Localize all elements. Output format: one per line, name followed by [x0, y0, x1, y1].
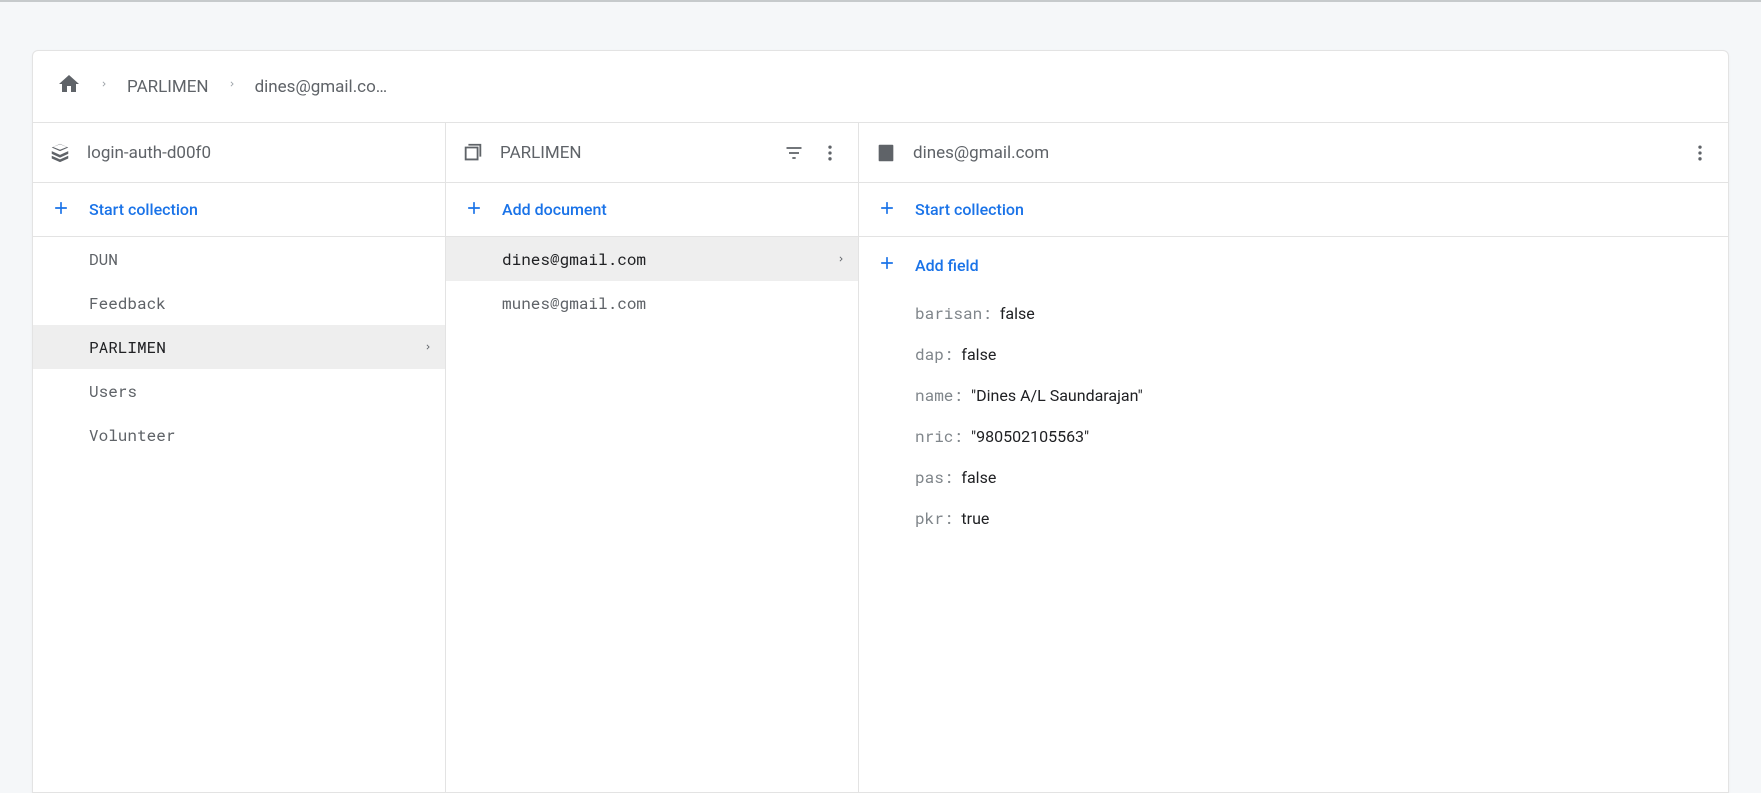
plus-icon: [464, 198, 484, 222]
document-field[interactable]: pkr: true: [859, 498, 1728, 539]
plus-icon: [877, 253, 897, 277]
documents-list: dines@gmail.com munes@gmail.com: [446, 237, 858, 792]
document-item-label: dines@gmail.com: [502, 249, 646, 270]
chevron-right-icon: [99, 76, 109, 97]
plus-icon: [877, 198, 897, 222]
field-key: pkr:: [915, 508, 953, 529]
chevron-right-icon: [227, 76, 237, 97]
add-field-button[interactable]: Add field: [859, 237, 1728, 293]
database-icon: [49, 142, 71, 164]
documents-column-title: PARLIMEN: [500, 143, 766, 163]
collection-item-label: Feedback: [89, 293, 166, 314]
collection-item[interactable]: DUN: [33, 237, 445, 281]
collections-column: login-auth-d00f0 Start collection DUN Fee…: [33, 123, 446, 792]
document-detail-header: dines@gmail.com: [859, 123, 1728, 183]
more-vert-icon[interactable]: [818, 141, 842, 165]
field-value: false: [1000, 304, 1035, 323]
field-key: name:: [915, 385, 963, 406]
collection-item-label: Volunteer: [89, 425, 175, 446]
documents-column-header: PARLIMEN: [446, 123, 858, 183]
start-collection-label: Start collection: [89, 200, 198, 219]
breadcrumb-collection[interactable]: PARLIMEN: [127, 77, 209, 97]
document-field[interactable]: pas: false: [859, 457, 1728, 498]
collection-item-label: Users: [89, 381, 137, 402]
collections-column-header: login-auth-d00f0: [33, 123, 445, 183]
add-field-label: Add field: [915, 256, 979, 275]
more-vert-icon[interactable]: [1688, 141, 1712, 165]
breadcrumb-document[interactable]: dines@gmail.co…: [255, 77, 388, 97]
chevron-right-icon: [836, 251, 846, 267]
collection-item-label: DUN: [89, 249, 118, 270]
breadcrumb-bar: PARLIMEN dines@gmail.co…: [33, 51, 1728, 123]
add-document-button[interactable]: Add document: [446, 183, 858, 237]
field-value: false: [961, 468, 996, 487]
collection-item-label: PARLIMEN: [89, 337, 166, 358]
document-field[interactable]: dap: false: [859, 334, 1728, 375]
collections-column-title: login-auth-d00f0: [87, 143, 429, 163]
document-field[interactable]: barisan: false: [859, 293, 1728, 334]
field-value: false: [961, 345, 996, 364]
document-item[interactable]: dines@gmail.com: [446, 237, 858, 281]
document-detail-column: dines@gmail.com Start collection: [859, 123, 1728, 792]
document-item-label: munes@gmail.com: [502, 293, 646, 314]
add-document-label: Add document: [502, 200, 607, 219]
document-icon: [875, 142, 897, 164]
field-value: true: [961, 509, 989, 528]
collection-item[interactable]: PARLIMEN: [33, 325, 445, 369]
document-field[interactable]: nric: "980502105563": [859, 416, 1728, 457]
data-panel: PARLIMEN dines@gmail.co… login-auth-d00f…: [32, 50, 1729, 793]
document-fields-area: Add field barisan: false dap: false name: "Di…: [859, 237, 1728, 792]
start-subcollection-label: Start collection: [915, 200, 1024, 219]
three-column-layout: login-auth-d00f0 Start collection DUN Fee…: [33, 123, 1728, 792]
documents-column: PARLIMEN Add document dines@gmail.com mun…: [446, 123, 859, 792]
field-key: nric:: [915, 426, 963, 447]
document-field[interactable]: name: "Dines A/L Saundarajan": [859, 375, 1728, 416]
start-subcollection-button[interactable]: Start collection: [859, 183, 1728, 237]
home-icon[interactable]: [57, 72, 81, 101]
field-key: barisan:: [915, 303, 992, 324]
field-value: "Dines A/L Saundarajan": [971, 386, 1143, 405]
field-key: pas:: [915, 467, 953, 488]
start-collection-button[interactable]: Start collection: [33, 183, 445, 237]
field-value: "980502105563": [971, 427, 1089, 446]
filter-icon[interactable]: [782, 141, 806, 165]
collection-item[interactable]: Feedback: [33, 281, 445, 325]
document-item[interactable]: munes@gmail.com: [446, 281, 858, 325]
chevron-right-icon: [423, 339, 433, 355]
plus-icon: [51, 198, 71, 222]
field-key: dap:: [915, 344, 953, 365]
collection-item[interactable]: Volunteer: [33, 413, 445, 457]
collections-list: DUN Feedback PARLIMEN Users Volunteer: [33, 237, 445, 792]
document-detail-title: dines@gmail.com: [913, 143, 1672, 163]
collection-item[interactable]: Users: [33, 369, 445, 413]
collection-icon: [462, 142, 484, 164]
